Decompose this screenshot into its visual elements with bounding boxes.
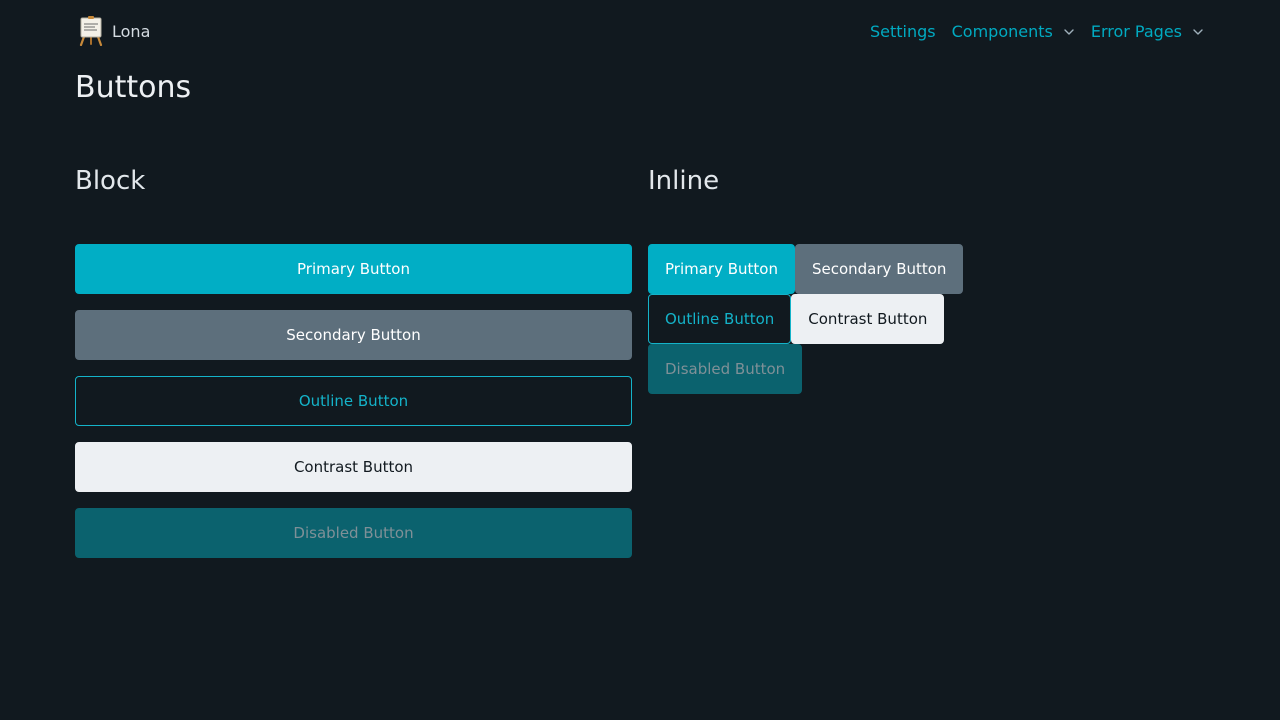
inline-outline-button[interactable]: Outline Button xyxy=(648,294,792,344)
block-secondary-button[interactable]: Secondary Button xyxy=(75,310,632,360)
nav-components-dropdown[interactable]: Components xyxy=(952,21,1075,43)
inline-section-title: Inline xyxy=(648,166,720,196)
brand-link[interactable]: Lona xyxy=(78,16,150,46)
nav-error-pages-dropdown[interactable]: Error Pages xyxy=(1091,21,1204,43)
block-primary-button[interactable]: Primary Button xyxy=(75,244,632,294)
block-outline-button[interactable]: Outline Button xyxy=(75,376,632,426)
nav-components-label: Components xyxy=(951,22,1053,41)
top-nav: Settings Components Error Pages xyxy=(870,21,1204,43)
block-contrast-button[interactable]: Contrast Button xyxy=(75,442,632,492)
inline-contrast-button[interactable]: Contrast Button xyxy=(791,294,945,344)
block-buttons-group: Primary Button Secondary Button Outline … xyxy=(75,244,632,558)
inline-primary-button[interactable]: Primary Button xyxy=(648,244,795,294)
brand-name: Lona xyxy=(112,21,151,41)
inline-buttons-group: Primary Button Secondary Button Outline … xyxy=(648,244,1088,394)
nav-settings-label: Settings xyxy=(869,22,936,41)
block-section-title: Block xyxy=(75,166,146,196)
page-title: Buttons xyxy=(75,70,192,105)
chevron-down-icon xyxy=(1193,29,1203,35)
easel-logo-icon xyxy=(79,16,103,46)
nav-settings[interactable]: Settings xyxy=(870,21,936,43)
block-disabled-button: Disabled Button xyxy=(75,508,632,558)
nav-error-pages-label: Error Pages xyxy=(1090,22,1182,41)
inline-disabled-button: Disabled Button xyxy=(648,344,803,394)
page: Lona Settings Components Error Pages But… xyxy=(0,0,1280,720)
inline-secondary-button[interactable]: Secondary Button xyxy=(794,244,964,294)
chevron-down-icon xyxy=(1064,29,1074,35)
